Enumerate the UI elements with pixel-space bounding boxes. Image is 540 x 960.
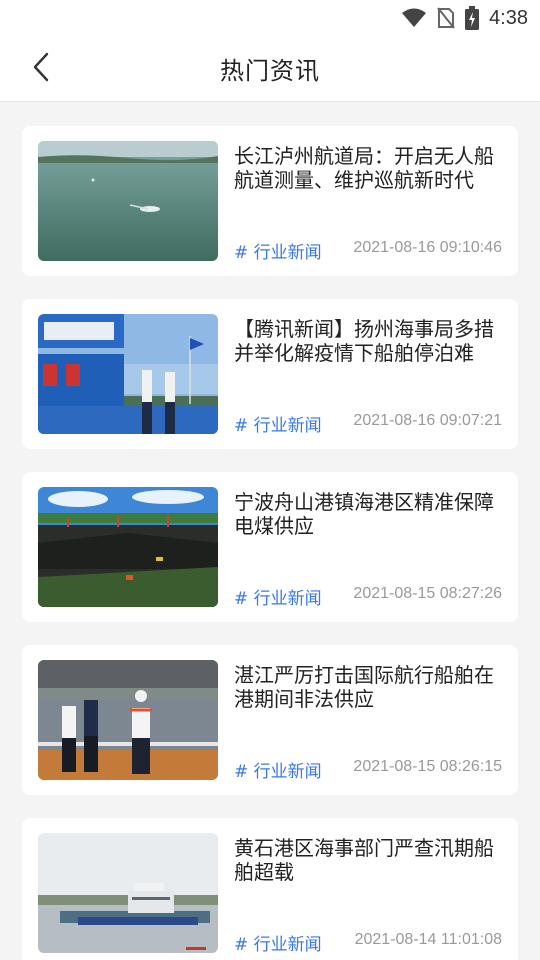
news-title: 黄石港区海事部门严查汛期船舶超载 — [234, 836, 494, 884]
publish-date: 2021-08-16 09:10:46 — [353, 239, 502, 256]
news-card[interactable]: 宁波舟山港镇海港区精准保障电煤供应 # 行业新闻 2021-08-15 08:2… — [22, 472, 518, 622]
news-thumbnail-unmanned-boat — [38, 141, 218, 261]
chevron-left-icon — [32, 52, 50, 86]
category-tag[interactable]: # 行业新闻 — [234, 411, 322, 436]
publish-date: 2021-08-16 09:07:21 — [353, 412, 502, 429]
top-app-bar: 热门资讯 — [0, 36, 540, 102]
news-thumbnail-coal-yard — [38, 487, 218, 607]
news-title: 湛江严厉打击国际航行船舶在港期间非法供应 — [234, 663, 494, 711]
news-thumbnail-maritime-officers-on-ship — [38, 314, 218, 434]
news-card[interactable]: 【腾讯新闻】扬州海事局多措并举化解疫情下船舶停泊难 # 行业新闻 2021-08… — [22, 299, 518, 449]
news-title: 【腾讯新闻】扬州海事局多措并举化解疫情下船舶停泊难 — [234, 317, 494, 365]
news-thumbnail-port-inspection — [38, 660, 218, 780]
news-title: 长江泸州航道局：开启无人船航道测量、维护巡航新时代 — [234, 144, 494, 192]
back-button[interactable] — [24, 52, 58, 86]
category-tag[interactable]: # 行业新闻 — [234, 238, 322, 263]
publish-date: 2021-08-15 08:27:26 — [353, 585, 502, 602]
status-time: 4:38 — [489, 6, 528, 29]
news-card[interactable]: 黄石港区海事部门严查汛期船舶超载 # 行业新闻 2021-08-14 11:01… — [22, 818, 518, 960]
category-tag[interactable]: # 行业新闻 — [234, 757, 322, 782]
news-card[interactable]: 长江泸州航道局：开启无人船航道测量、维护巡航新时代 # 行业新闻 2021-08… — [22, 126, 518, 276]
publish-date: 2021-08-14 11:01:08 — [354, 931, 502, 948]
battery-charging-icon — [465, 6, 480, 30]
no-sim-icon — [437, 7, 455, 29]
wifi-icon — [401, 8, 427, 28]
news-thumbnail-cargo-barge — [38, 833, 218, 953]
page-title: 热门资讯 — [220, 57, 320, 85]
status-bar: 4:38 — [0, 0, 540, 36]
category-tag[interactable]: # 行业新闻 — [234, 584, 322, 609]
category-tag[interactable]: # 行业新闻 — [234, 930, 322, 955]
news-card[interactable]: 湛江严厉打击国际航行船舶在港期间非法供应 # 行业新闻 2021-08-15 0… — [22, 645, 518, 795]
news-title: 宁波舟山港镇海港区精准保障电煤供应 — [234, 490, 494, 538]
news-list: 长江泸州航道局：开启无人船航道测量、维护巡航新时代 # 行业新闻 2021-08… — [22, 126, 518, 960]
publish-date: 2021-08-15 08:26:15 — [353, 758, 502, 775]
